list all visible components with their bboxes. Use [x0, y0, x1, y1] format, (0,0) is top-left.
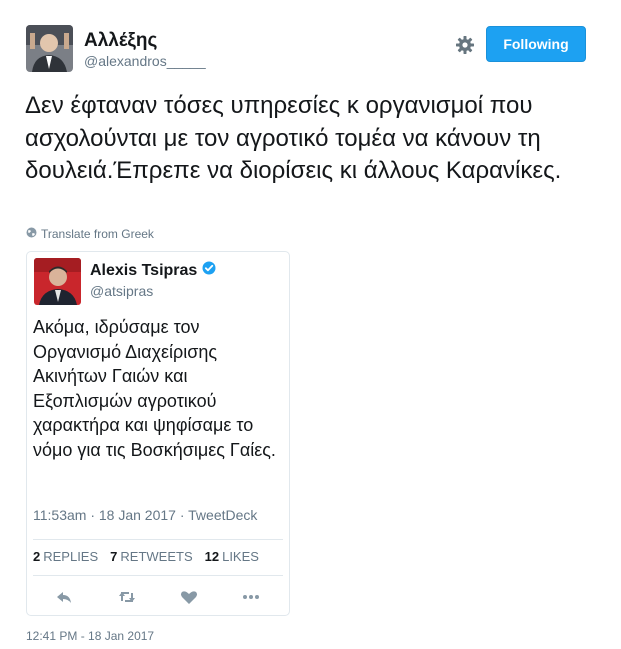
globe-icon [26, 227, 37, 241]
following-button[interactable]: Following [486, 26, 586, 62]
quoted-tweet[interactable]: Alexis Tsipras @atsipras Ακόμα, ιδρύσαμε… [26, 251, 290, 616]
like-icon[interactable] [179, 587, 199, 607]
divider [33, 539, 283, 540]
quoted-author[interactable]: Alexis Tsipras [90, 261, 216, 280]
author-name[interactable]: Αλλέξης [84, 30, 157, 52]
translate-link[interactable]: Translate from Greek [26, 227, 154, 241]
retweets-stat[interactable]: 7 RETWEETS [110, 549, 192, 564]
tweet-timestamp[interactable]: 12:41 PM - 18 Jan 2017 [26, 629, 154, 643]
divider [33, 575, 283, 576]
retweet-icon[interactable] [117, 587, 137, 607]
more-icon[interactable] [241, 587, 261, 607]
quoted-author-name: Alexis Tsipras [90, 261, 198, 279]
quoted-stats: 2 REPLIES 7 RETWEETS 12 LIKES [33, 549, 259, 564]
quoted-handle[interactable]: @atsipras [90, 283, 153, 299]
gear-icon[interactable] [455, 35, 475, 55]
quoted-avatar[interactable] [34, 258, 81, 305]
avatar[interactable] [26, 25, 73, 72]
likes-stat[interactable]: 12 LIKES [205, 549, 259, 564]
quoted-meta[interactable]: 11:53am · 18 Jan 2017 · TweetDeck [33, 507, 257, 523]
tweet-text: Δεν έφταναν τόσες υπηρεσίες κ οργανισμοί… [25, 92, 562, 184]
replies-stat[interactable]: 2 REPLIES [33, 549, 98, 564]
quoted-text: Ακόμα, ιδρύσαμε τον Οργανισμό Διαχείριση… [33, 317, 276, 460]
reply-icon[interactable] [54, 587, 74, 607]
action-bar [27, 587, 289, 607]
verified-icon [202, 261, 216, 280]
author-handle[interactable]: @alexandros_____ [84, 53, 206, 69]
translate-label: Translate from Greek [41, 227, 154, 241]
